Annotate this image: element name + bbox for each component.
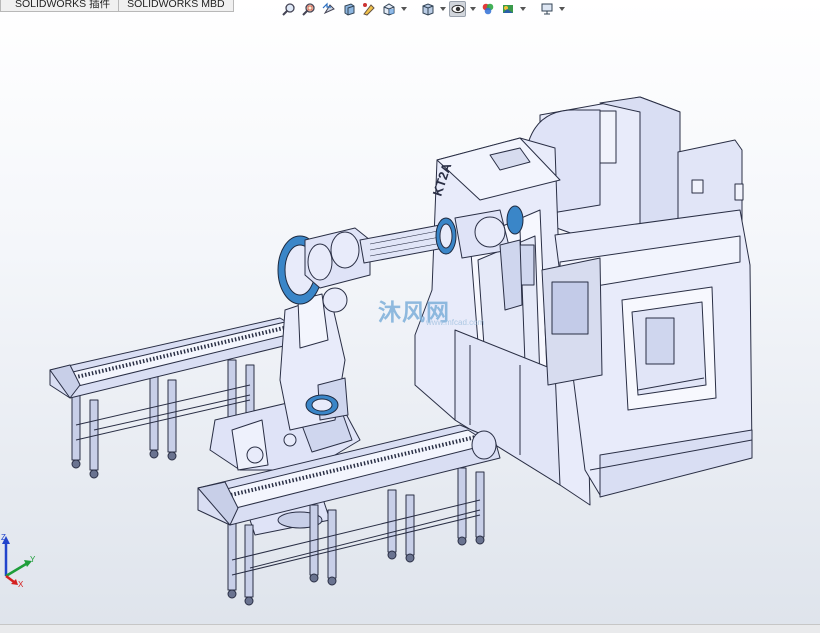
graphics-area[interactable]: SOLIDWORKS 插件 SOLIDWORKS MBD KT2A 沐风网 ww… xyxy=(0,0,820,624)
command-manager-tabs: SOLIDWORKS 插件 SOLIDWORKS MBD xyxy=(0,0,234,12)
chevron-down-icon[interactable] xyxy=(439,1,446,17)
triad-y-label: Y xyxy=(30,555,36,564)
tab-solidworks-mbd[interactable]: SOLIDWORKS MBD xyxy=(119,0,234,12)
reference-triad: Z Y X xyxy=(1,533,36,588)
view-settings-icon[interactable] xyxy=(538,1,555,17)
chevron-down-icon[interactable] xyxy=(519,1,526,17)
tab-solidworks-addins[interactable]: SOLIDWORKS 插件 xyxy=(0,0,120,12)
apply-scene-icon[interactable] xyxy=(499,1,516,17)
section-view-icon[interactable] xyxy=(340,1,357,17)
triad-x-label: X xyxy=(18,580,24,588)
heads-up-view-toolbar xyxy=(280,0,565,18)
previous-view-icon[interactable] xyxy=(320,1,337,17)
chevron-down-icon[interactable] xyxy=(558,1,565,17)
chevron-down-icon[interactable] xyxy=(400,1,407,17)
zoom-to-fit-icon[interactable] xyxy=(280,1,297,17)
edit-appearance-icon[interactable] xyxy=(479,1,496,17)
chevron-down-icon[interactable] xyxy=(469,1,476,17)
hide-show-items-icon[interactable] xyxy=(449,1,466,17)
watermark-url: www.mfcad.com xyxy=(426,318,485,327)
view-orientation-icon[interactable] xyxy=(380,1,397,17)
zoom-to-area-icon[interactable] xyxy=(300,1,317,17)
display-style-icon[interactable] xyxy=(419,1,436,17)
triad-z-label: Z xyxy=(1,533,6,542)
dynamic-annotation-icon[interactable] xyxy=(360,1,377,17)
